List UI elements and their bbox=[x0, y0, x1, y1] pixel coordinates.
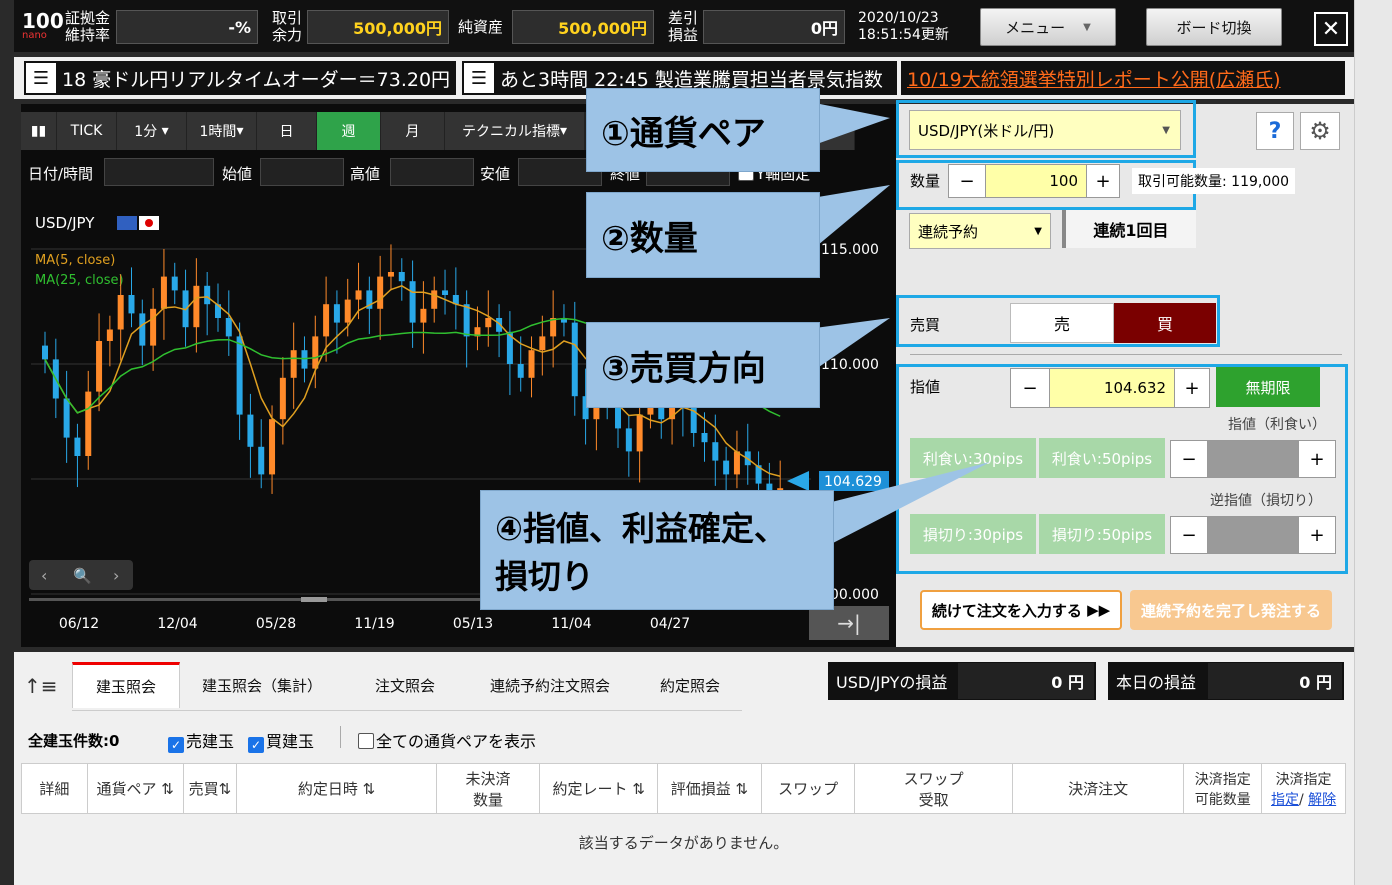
position-count: 全建玉件数:0 bbox=[28, 732, 120, 750]
expand-icon[interactable]: ↑≡ bbox=[24, 674, 58, 698]
tab-sequence-orders[interactable]: 連続予約注文照会 bbox=[470, 662, 630, 708]
divider bbox=[340, 726, 341, 748]
col-open-qty[interactable]: 未決済 数量 bbox=[435, 763, 541, 814]
col-pair[interactable]: 通貨ペア ⇅ bbox=[86, 763, 184, 814]
col-pl[interactable]: 評価損益 ⇅ bbox=[657, 763, 762, 814]
col-rate[interactable]: 約定レート ⇅ bbox=[539, 763, 659, 814]
pair-pl: USD/JPYの損益 0 円 bbox=[828, 662, 1096, 700]
tab-executions[interactable]: 約定照会 bbox=[640, 662, 740, 708]
callout-currency-pair: ①通貨ペア bbox=[586, 88, 820, 172]
today-pl: 本日の損益 0 円 bbox=[1108, 662, 1344, 700]
col-swap: スワップ bbox=[760, 763, 856, 814]
callout-side: ③売買方向 bbox=[586, 322, 820, 408]
release-link[interactable]: 解除 bbox=[1308, 792, 1336, 808]
col-settle-spec: 決済指定 指定/ 解除 bbox=[1261, 763, 1346, 814]
col-swap-receive: スワップ 受取 bbox=[854, 763, 1013, 814]
col-side[interactable]: 売買⇅ bbox=[182, 763, 238, 814]
sell-position-checkbox[interactable]: ✓ 売建玉 bbox=[168, 728, 234, 753]
positions-table: 詳細 通貨ペア ⇅ 売買⇅ 約定日時 ⇅ 未決済 数量 約定レート ⇅ 評価損益 … bbox=[21, 763, 1346, 814]
buy-position-checkbox[interactable]: ✓ 買建玉 bbox=[248, 728, 314, 753]
show-all-pairs-checkbox[interactable]: 全ての通貨ペアを表示 bbox=[358, 728, 536, 752]
col-settle-order: 決済注文 bbox=[1011, 763, 1185, 814]
tab-underline bbox=[72, 710, 742, 711]
specify-link[interactable]: 指定 bbox=[1271, 792, 1299, 808]
col-date[interactable]: 約定日時 ⇅ bbox=[236, 763, 437, 814]
callout-quantity: ②数量 bbox=[586, 192, 820, 278]
tab-positions[interactable]: 建玉照会 bbox=[72, 662, 180, 708]
tab-positions-summary[interactable]: 建玉照会（集計） bbox=[186, 662, 338, 708]
callout-limit: ④指値、利益確定、 損切り bbox=[480, 490, 834, 610]
empty-message: 該当するデータがありません。 bbox=[21, 816, 1346, 868]
col-detail: 詳細 bbox=[21, 763, 88, 814]
window-scrollbar[interactable] bbox=[1354, 0, 1392, 885]
tab-orders[interactable]: 注文照会 bbox=[350, 662, 460, 708]
col-settle-qty: 決済指定 可能数量 bbox=[1183, 763, 1263, 814]
table-header-row: 詳細 通貨ペア ⇅ 売買⇅ 約定日時 ⇅ 未決済 数量 約定レート ⇅ 評価損益 … bbox=[21, 763, 1346, 814]
